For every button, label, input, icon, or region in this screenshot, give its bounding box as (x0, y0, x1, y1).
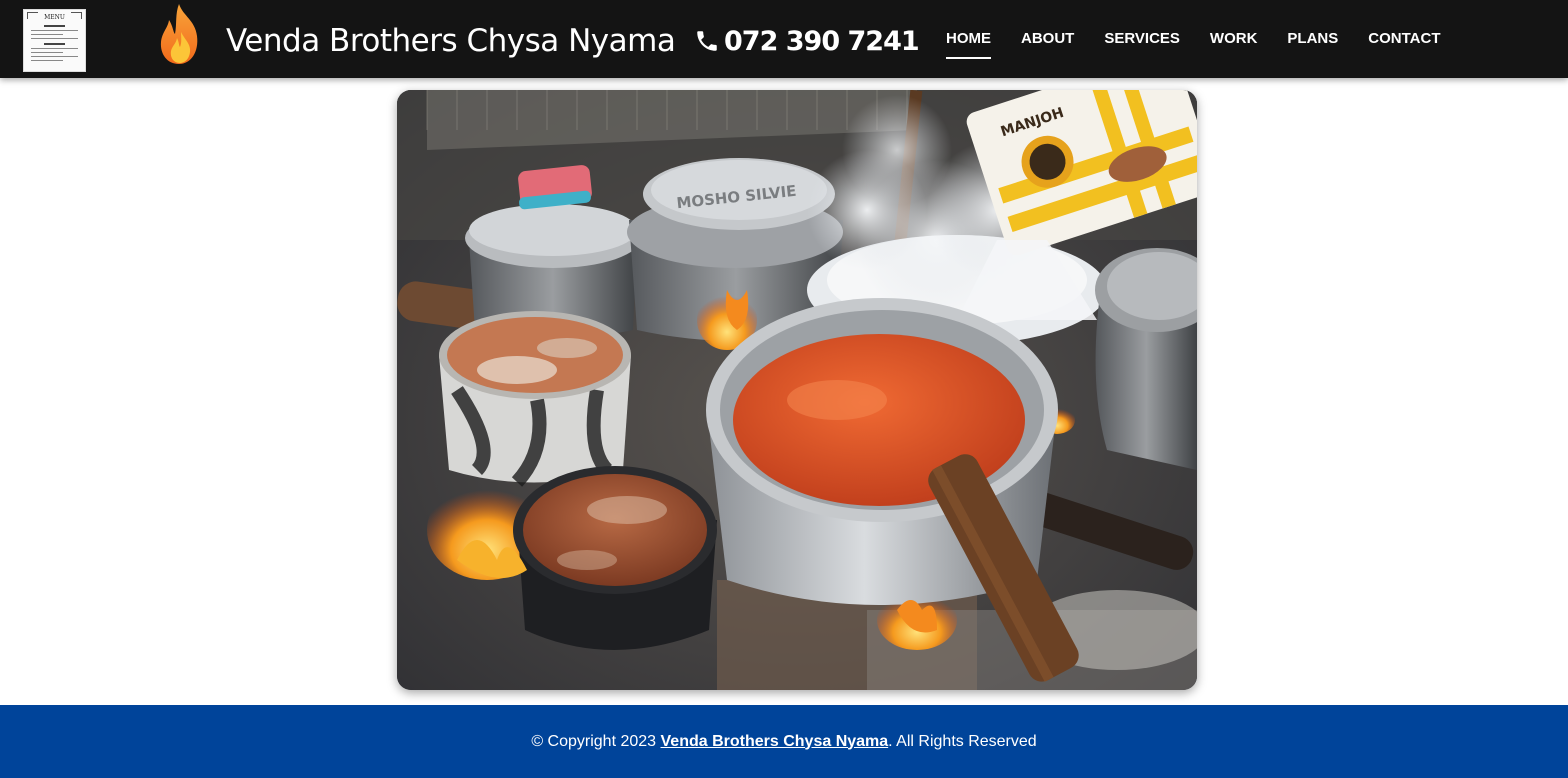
site-footer: © Copyright 2023 Venda Brothers Chysa Ny… (0, 705, 1568, 778)
phone-number: 072 390 7241 (724, 25, 920, 57)
menu-line (31, 52, 63, 53)
menu-ornament-left (27, 12, 38, 19)
footer-brand-link[interactable]: Venda Brothers Chysa Nyama (661, 733, 889, 751)
menu-line (31, 56, 78, 57)
menu-line (31, 48, 78, 49)
cooking-pots-illustration: MOSHO SILVIE MANJOH (397, 90, 1197, 690)
menu-line (31, 60, 63, 61)
pot-black-front (513, 466, 717, 650)
nav-item-work[interactable]: WORK (1210, 29, 1258, 53)
pot-tin-left (439, 311, 631, 487)
menu-ornament-right (71, 12, 82, 19)
phone-contact[interactable]: 072 390 7241 (694, 24, 920, 58)
copyright-suffix: . All Rights Reserved (888, 732, 1037, 750)
nav-item-contact[interactable]: CONTACT (1368, 29, 1440, 53)
nav-item-services[interactable]: SERVICES (1104, 29, 1180, 53)
menu-line (31, 34, 63, 35)
menu-section-heading (44, 43, 65, 45)
hero-image: MOSHO SILVIE MANJOH (397, 90, 1197, 690)
site-header: MENU Venda Brothers Chysa Nyama 072 390 … (0, 0, 1568, 78)
copyright-prefix: © Copyright 2023 (531, 732, 661, 750)
nav-item-home[interactable]: HOME (946, 29, 991, 59)
copyright-text: © Copyright 2023 Venda Brothers Chysa Ny… (531, 733, 1036, 751)
menu-section-heading (44, 25, 65, 27)
menu-line (31, 38, 78, 39)
nav-item-about[interactable]: ABOUT (1021, 29, 1074, 53)
main-nav: HOME ABOUT SERVICES WORK PLANS CONTACT (946, 29, 1440, 59)
pot-right (1095, 248, 1197, 470)
menu-line (31, 30, 78, 31)
phone-icon (697, 31, 717, 51)
flame-icon[interactable] (157, 2, 205, 66)
nav-item-plans[interactable]: PLANS (1287, 29, 1338, 53)
menu-thumbnail[interactable]: MENU (23, 9, 86, 72)
brand-name[interactable]: Venda Brothers Chysa Nyama (226, 18, 676, 64)
